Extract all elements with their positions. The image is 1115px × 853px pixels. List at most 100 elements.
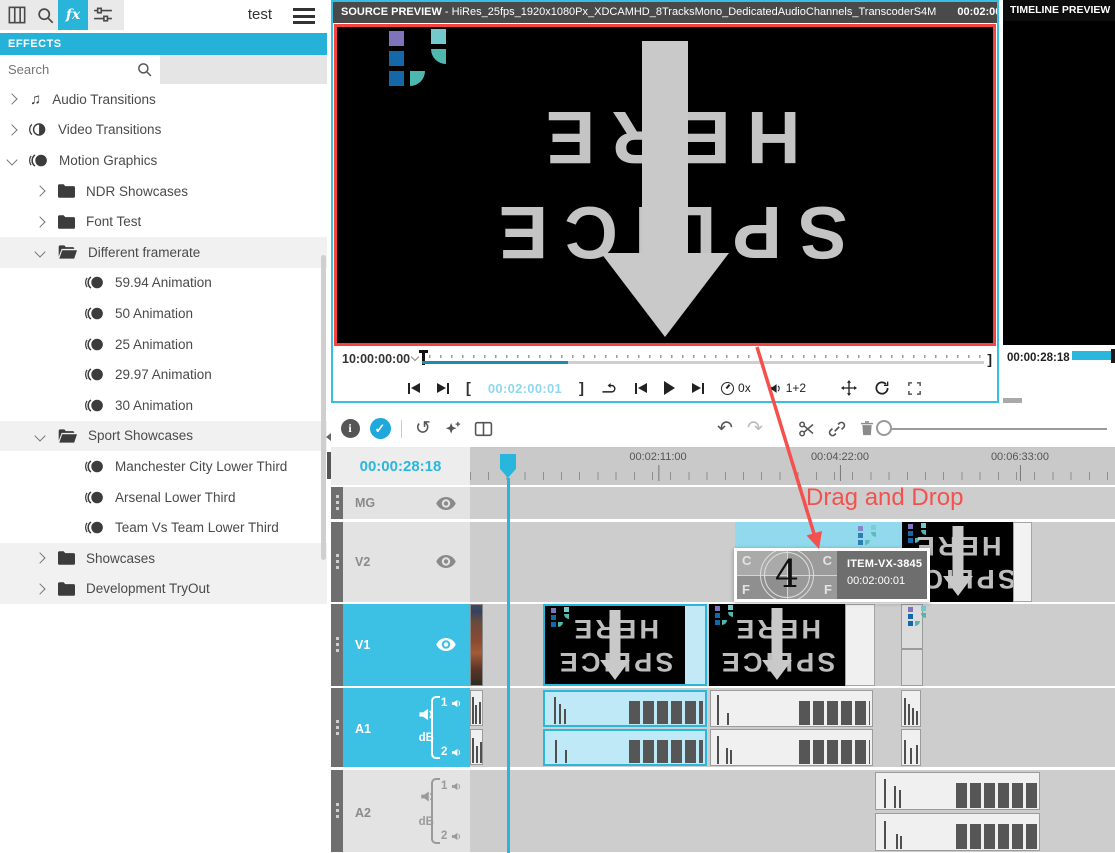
track-drag-handle[interactable]	[331, 522, 343, 602]
search-tab[interactable]	[30, 0, 60, 30]
mark-out-button[interactable]: ]	[579, 380, 584, 397]
track-mg-header[interactable]: MG	[343, 487, 470, 519]
track-a2-lane[interactable]	[470, 770, 1115, 852]
clip-v2-tail[interactable]	[1013, 522, 1032, 602]
sidebar-scrollbar[interactable]	[321, 255, 326, 560]
track-drag-handle[interactable]	[331, 770, 343, 852]
tree-item-5994-animation[interactable]: 59.94 Animation	[0, 268, 327, 299]
timeline-preview-scrubber[interactable]: 00:00:28:18	[1003, 345, 1115, 372]
eye-icon[interactable]	[436, 555, 456, 568]
tree-item-manchester-city-lower-third[interactable]: Manchester City Lower Third	[0, 451, 327, 482]
tree-item-team-vs-team-lower-third[interactable]: Team Vs Team Lower Third	[0, 512, 327, 543]
chevron-right-icon[interactable]	[34, 553, 45, 564]
clip-v1-filmstrip[interactable]	[470, 604, 483, 686]
eye-icon[interactable]	[436, 497, 456, 510]
effects-tab[interactable]: fx	[58, 0, 88, 30]
clip-v1-tail[interactable]	[845, 604, 875, 686]
chevron-right-icon[interactable]	[6, 124, 17, 135]
settings-tab[interactable]	[88, 0, 118, 30]
chevron-right-icon[interactable]	[34, 185, 45, 196]
track-drag-handle[interactable]	[331, 604, 343, 686]
chevron-down-icon[interactable]	[411, 353, 419, 361]
audio-monitor-control[interactable]: 1+2	[768, 381, 806, 395]
match-frame-button[interactable]	[601, 382, 618, 394]
prev-frame-button[interactable]	[635, 383, 647, 394]
tree-item-arsenal-lower-third[interactable]: Arsenal Lower Third	[0, 482, 327, 513]
redo-button[interactable]: ↷	[740, 416, 770, 442]
play-button[interactable]	[664, 381, 675, 395]
goto-in-button[interactable]	[408, 383, 420, 394]
drag-ghost-clip[interactable]: C C F F 4 ITEM-VX-3845 00:02:00:01	[734, 548, 930, 602]
mark-in-button[interactable]: [	[466, 380, 471, 397]
undo-button[interactable]: ↶	[710, 416, 740, 442]
next-frame-button[interactable]	[692, 383, 704, 394]
playback-speed-control[interactable]: 0x	[721, 381, 751, 395]
channel-2-toggle[interactable]: 2	[441, 746, 463, 758]
goto-out-button[interactable]	[437, 383, 449, 394]
timeline-preview-viewer[interactable]	[1003, 21, 1115, 345]
chevron-right-icon[interactable]	[34, 216, 45, 227]
reset-button[interactable]: ↺	[408, 416, 438, 442]
track-drag-handle[interactable]	[331, 487, 343, 519]
approve-button[interactable]: ✓	[365, 416, 395, 442]
menu-button[interactable]	[293, 8, 315, 28]
tree-item-30-animation[interactable]: 30 Animation	[0, 390, 327, 421]
tree-item-development-tryout[interactable]: Development TryOut	[0, 574, 327, 605]
source-scrubber[interactable]: 10:00:00:00 ]	[334, 348, 996, 373]
track-a2-header[interactable]: A2 dB 1 2	[343, 770, 470, 852]
cut-button[interactable]	[792, 416, 822, 442]
tree-item-motion-graphics[interactable]: Motion Graphics	[0, 145, 327, 176]
fullscreen-button[interactable]	[907, 381, 922, 396]
clip-a1-audio[interactable]	[710, 729, 873, 766]
clip-a2-audio[interactable]	[875, 772, 1040, 810]
chevron-right-icon[interactable]	[6, 94, 17, 105]
sync-settings-button[interactable]	[874, 380, 890, 396]
trim-mode-button[interactable]	[841, 380, 857, 396]
track-a1-lane[interactable]	[470, 688, 1115, 767]
source-video-viewer[interactable]: SPLICE HERE	[334, 24, 996, 346]
tree-item-showcases[interactable]: Showcases	[0, 543, 327, 574]
info-button[interactable]: i	[335, 416, 365, 442]
horizontal-scrollbar-thumb[interactable]	[1003, 398, 1022, 403]
chevron-down-icon[interactable]	[6, 155, 17, 166]
channel-1-toggle[interactable]: 1	[441, 697, 463, 709]
clip-a1-audio-selected[interactable]	[543, 729, 707, 766]
eye-icon[interactable]	[436, 638, 456, 651]
chevron-right-icon[interactable]	[34, 583, 45, 594]
tree-item-audio-transitions[interactable]: ♫ Audio Transitions	[0, 84, 327, 115]
track-a1-header[interactable]: A1 dB 1 2	[343, 688, 470, 767]
track-v2-header[interactable]: V2	[343, 522, 470, 602]
panel-collapse-arrow[interactable]	[326, 433, 332, 443]
chevron-down-icon[interactable]	[34, 430, 45, 441]
tree-item-ndr-showcases[interactable]: NDR Showcases	[0, 176, 327, 207]
channel-1-toggle[interactable]: 1	[441, 780, 463, 792]
track-mg-lane[interactable]	[470, 487, 1115, 519]
clip-a1-small-start[interactable]	[470, 690, 483, 726]
track-v1-header[interactable]: V1	[343, 604, 470, 686]
track-drag-handle[interactable]	[331, 688, 343, 767]
tree-item-different-framerate[interactable]: Different framerate	[0, 237, 327, 268]
timeline-preview-playhead[interactable]	[1111, 349, 1115, 363]
tree-item-50-animation[interactable]: 50 Animation	[0, 298, 327, 329]
chevron-down-icon[interactable]	[34, 247, 45, 258]
clip-v1-splice-selected[interactable]: SPLICE HERE	[543, 604, 707, 686]
clip-a1-small[interactable]	[901, 729, 921, 766]
split-view-button[interactable]	[468, 416, 498, 442]
media-bin-tab[interactable]	[2, 0, 32, 30]
clip-a2-audio[interactable]	[875, 813, 1040, 851]
channel-2-toggle[interactable]: 2	[441, 830, 463, 842]
timeline-ruler[interactable]: 00:00:28:18 00:02:11:00 00:04:22:00 00:0…	[331, 447, 1115, 485]
clip-a1-small-start[interactable]	[470, 729, 483, 765]
clip-v1-splice[interactable]: SPLICE HERE	[709, 604, 845, 686]
clip-a1-audio[interactable]	[710, 690, 873, 727]
clip-a1-small[interactable]	[901, 690, 921, 727]
tree-item-2997-animation[interactable]: 29.97 Animation	[0, 359, 327, 390]
tree-item-video-transitions[interactable]: Video Transitions	[0, 115, 327, 146]
track-v1-lane[interactable]: SPLICE HERE SPLICE HERE	[470, 604, 1115, 686]
clip-v1-small[interactable]	[901, 604, 923, 686]
add-effect-button[interactable]	[438, 416, 468, 442]
search-input[interactable]	[0, 55, 130, 84]
tree-item-font-test[interactable]: Font Test	[0, 206, 327, 237]
tree-item-sport-showcases[interactable]: Sport Showcases	[0, 421, 327, 452]
zoom-slider-knob[interactable]	[876, 420, 892, 436]
